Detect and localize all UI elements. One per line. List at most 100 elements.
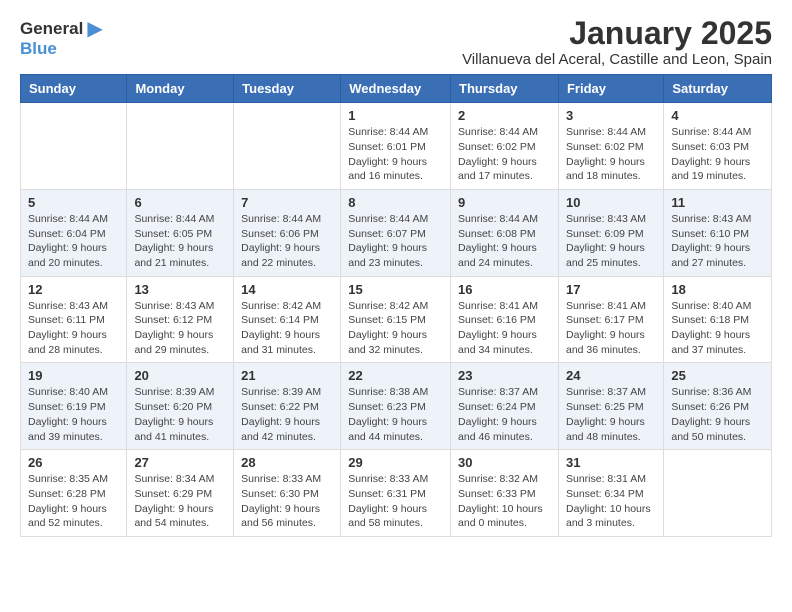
calendar-header-row: Sunday Monday Tuesday Wednesday Thursday… <box>21 75 772 103</box>
calendar-cell: 6 Sunrise: 8:44 AM Sunset: 6:05 PM Daylig… <box>127 189 234 276</box>
week-row: 19Sunrise: 8:40 AM Sunset: 6:19 PM Dayli… <box>21 363 772 450</box>
calendar-cell: 27 Sunrise: 8:34 AM Sunset: 6:29 PM Dayli… <box>127 450 234 537</box>
header-tuesday: Tuesday <box>234 75 341 103</box>
calendar-cell: 14Sunrise: 8:42 AM Sunset: 6:14 PM Dayli… <box>234 276 341 363</box>
cell-day-number: 16 <box>458 282 551 297</box>
cell-day-number: 27 <box>134 455 226 470</box>
logo: General ▶ Blue <box>20 16 103 59</box>
cell-day-info: Sunrise: 8:36 AM Sunset: 6:26 PM Dayligh… <box>671 385 764 444</box>
cell-day-info: Sunrise: 8:37 AM Sunset: 6:25 PM Dayligh… <box>566 385 656 444</box>
calendar-table: Sunday Monday Tuesday Wednesday Thursday… <box>20 74 772 537</box>
cell-day-info: Sunrise: 8:39 AM Sunset: 6:20 PM Dayligh… <box>134 385 226 444</box>
header-friday: Friday <box>558 75 663 103</box>
cell-day-number: 15 <box>348 282 443 297</box>
calendar-cell: 19Sunrise: 8:40 AM Sunset: 6:19 PM Dayli… <box>21 363 127 450</box>
cell-day-number: 5 <box>28 195 119 210</box>
cell-day-number: 11 <box>671 195 764 210</box>
calendar-cell: 9 Sunrise: 8:44 AM Sunset: 6:08 PM Daylig… <box>451 189 559 276</box>
calendar-cell: 4Sunrise: 8:44 AM Sunset: 6:03 PM Daylig… <box>664 103 772 190</box>
calendar-cell: 16 Sunrise: 8:41 AM Sunset: 6:16 PM Dayli… <box>451 276 559 363</box>
week-row: 12Sunrise: 8:43 AM Sunset: 6:11 PM Dayli… <box>21 276 772 363</box>
calendar-cell: 2Sunrise: 8:44 AM Sunset: 6:02 PM Daylig… <box>451 103 559 190</box>
cell-day-info: Sunrise: 8:43 AM Sunset: 6:10 PM Dayligh… <box>671 212 764 271</box>
cell-day-number: 31 <box>566 455 656 470</box>
cell-day-number: 9 <box>458 195 551 210</box>
week-row: 1Sunrise: 8:44 AM Sunset: 6:01 PM Daylig… <box>21 103 772 190</box>
calendar-cell: 29 Sunrise: 8:33 AM Sunset: 6:31 PM Dayli… <box>341 450 451 537</box>
cell-day-info: Sunrise: 8:44 AM Sunset: 6:02 PM Dayligh… <box>566 125 656 184</box>
cell-day-number: 20 <box>134 368 226 383</box>
cell-day-number: 10 <box>566 195 656 210</box>
cell-day-info: Sunrise: 8:44 AM Sunset: 6:08 PM Dayligh… <box>458 212 551 271</box>
cell-day-info: Sunrise: 8:41 AM Sunset: 6:17 PM Dayligh… <box>566 299 656 358</box>
calendar-cell: 22 Sunrise: 8:38 AM Sunset: 6:23 PM Dayli… <box>341 363 451 450</box>
page-subtitle: Villanueva del Aceral, Castille and Leon… <box>462 51 772 68</box>
cell-day-info: Sunrise: 8:42 AM Sunset: 6:14 PM Dayligh… <box>241 299 333 358</box>
header: General ▶ Blue January 2025 Villanueva d… <box>20 16 772 68</box>
cell-day-number: 23 <box>458 368 551 383</box>
calendar-cell: 28 Sunrise: 8:33 AM Sunset: 6:30 PM Dayli… <box>234 450 341 537</box>
calendar-cell <box>127 103 234 190</box>
cell-day-info: Sunrise: 8:32 AM Sunset: 6:33 PM Dayligh… <box>458 472 551 531</box>
cell-day-info: Sunrise: 8:40 AM Sunset: 6:18 PM Dayligh… <box>671 299 764 358</box>
cell-day-number: 26 <box>28 455 119 470</box>
cell-day-number: 6 <box>134 195 226 210</box>
calendar-cell <box>664 450 772 537</box>
calendar-cell: 12Sunrise: 8:43 AM Sunset: 6:11 PM Dayli… <box>21 276 127 363</box>
cell-day-number: 7 <box>241 195 333 210</box>
cell-day-number: 17 <box>566 282 656 297</box>
cell-day-number: 3 <box>566 108 656 123</box>
cell-day-number: 2 <box>458 108 551 123</box>
cell-day-info: Sunrise: 8:43 AM Sunset: 6:12 PM Dayligh… <box>134 299 226 358</box>
cell-day-info: Sunrise: 8:44 AM Sunset: 6:04 PM Dayligh… <box>28 212 119 271</box>
calendar-cell: 3 Sunrise: 8:44 AM Sunset: 6:02 PM Daylig… <box>558 103 663 190</box>
header-thursday: Thursday <box>451 75 559 103</box>
header-saturday: Saturday <box>664 75 772 103</box>
cell-day-info: Sunrise: 8:44 AM Sunset: 6:07 PM Dayligh… <box>348 212 443 271</box>
cell-day-info: Sunrise: 8:33 AM Sunset: 6:30 PM Dayligh… <box>241 472 333 531</box>
calendar-cell: 13Sunrise: 8:43 AM Sunset: 6:12 PM Dayli… <box>127 276 234 363</box>
cell-day-number: 29 <box>348 455 443 470</box>
calendar-cell: 31 Sunrise: 8:31 AM Sunset: 6:34 PM Dayli… <box>558 450 663 537</box>
logo-blue-text: Blue <box>20 39 57 59</box>
cell-day-number: 24 <box>566 368 656 383</box>
header-wednesday: Wednesday <box>341 75 451 103</box>
title-block: January 2025 Villanueva del Aceral, Cast… <box>462 16 772 68</box>
cell-day-info: Sunrise: 8:44 AM Sunset: 6:01 PM Dayligh… <box>348 125 443 184</box>
cell-day-number: 21 <box>241 368 333 383</box>
header-monday: Monday <box>127 75 234 103</box>
cell-day-number: 30 <box>458 455 551 470</box>
week-row: 26 Sunrise: 8:35 AM Sunset: 6:28 PM Dayli… <box>21 450 772 537</box>
calendar-cell: 15Sunrise: 8:42 AM Sunset: 6:15 PM Dayli… <box>341 276 451 363</box>
cell-day-info: Sunrise: 8:43 AM Sunset: 6:09 PM Dayligh… <box>566 212 656 271</box>
cell-day-number: 4 <box>671 108 764 123</box>
cell-day-number: 18 <box>671 282 764 297</box>
cell-day-number: 25 <box>671 368 764 383</box>
cell-day-info: Sunrise: 8:38 AM Sunset: 6:23 PM Dayligh… <box>348 385 443 444</box>
calendar-cell: 17 Sunrise: 8:41 AM Sunset: 6:17 PM Dayli… <box>558 276 663 363</box>
cell-day-info: Sunrise: 8:41 AM Sunset: 6:16 PM Dayligh… <box>458 299 551 358</box>
cell-day-info: Sunrise: 8:39 AM Sunset: 6:22 PM Dayligh… <box>241 385 333 444</box>
logo-bird-icon: ▶ <box>87 16 102 41</box>
cell-day-number: 28 <box>241 455 333 470</box>
cell-day-number: 22 <box>348 368 443 383</box>
cell-day-info: Sunrise: 8:44 AM Sunset: 6:05 PM Dayligh… <box>134 212 226 271</box>
logo-general-text: General <box>20 19 83 39</box>
cell-day-info: Sunrise: 8:34 AM Sunset: 6:29 PM Dayligh… <box>134 472 226 531</box>
calendar-cell <box>234 103 341 190</box>
page-title: January 2025 <box>462 16 772 51</box>
cell-day-number: 8 <box>348 195 443 210</box>
calendar-cell: 30 Sunrise: 8:32 AM Sunset: 6:33 PM Dayli… <box>451 450 559 537</box>
page: General ▶ Blue January 2025 Villanueva d… <box>0 0 792 553</box>
cell-day-number: 19 <box>28 368 119 383</box>
calendar-cell: 5 Sunrise: 8:44 AM Sunset: 6:04 PM Daylig… <box>21 189 127 276</box>
week-row: 5 Sunrise: 8:44 AM Sunset: 6:04 PM Daylig… <box>21 189 772 276</box>
calendar-cell: 11 Sunrise: 8:43 AM Sunset: 6:10 PM Dayli… <box>664 189 772 276</box>
calendar-cell: 20 Sunrise: 8:39 AM Sunset: 6:20 PM Dayli… <box>127 363 234 450</box>
cell-day-info: Sunrise: 8:33 AM Sunset: 6:31 PM Dayligh… <box>348 472 443 531</box>
cell-day-info: Sunrise: 8:31 AM Sunset: 6:34 PM Dayligh… <box>566 472 656 531</box>
cell-day-info: Sunrise: 8:35 AM Sunset: 6:28 PM Dayligh… <box>28 472 119 531</box>
cell-day-info: Sunrise: 8:44 AM Sunset: 6:06 PM Dayligh… <box>241 212 333 271</box>
calendar-cell <box>21 103 127 190</box>
calendar-cell: 25 Sunrise: 8:36 AM Sunset: 6:26 PM Dayli… <box>664 363 772 450</box>
